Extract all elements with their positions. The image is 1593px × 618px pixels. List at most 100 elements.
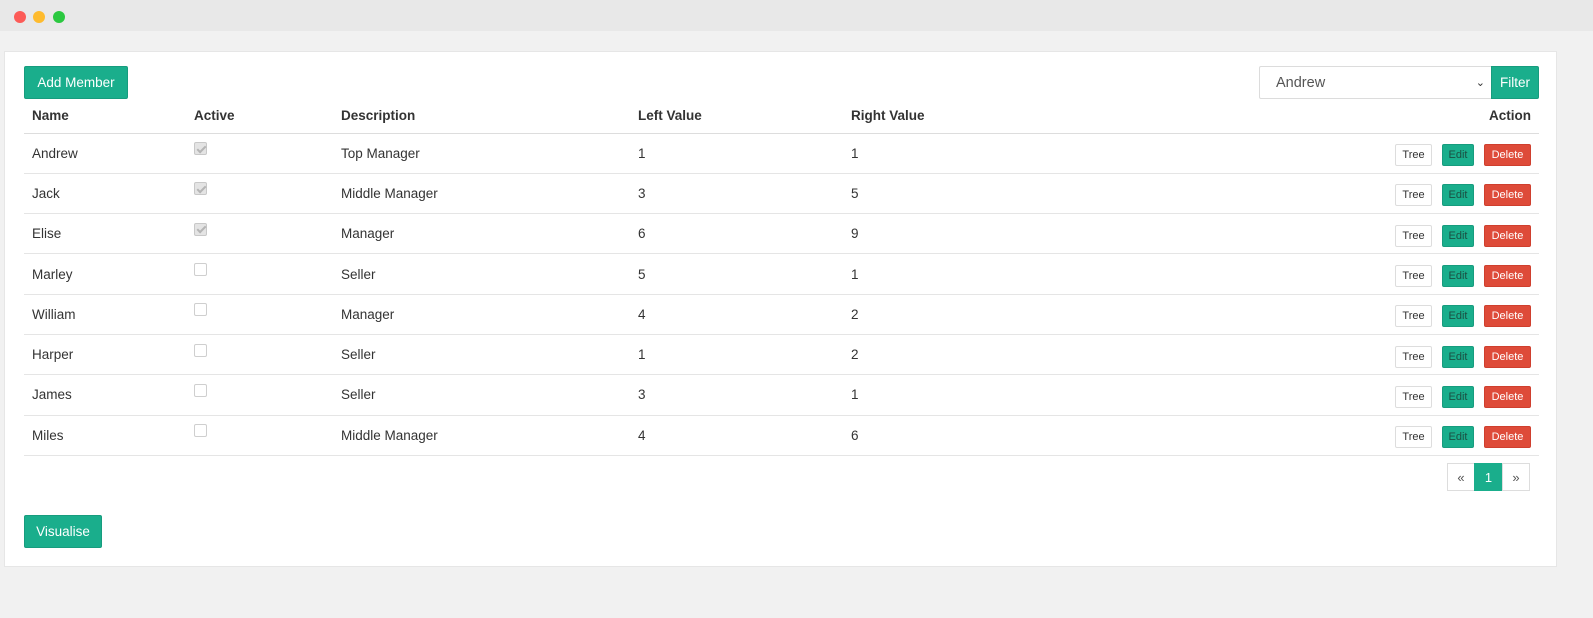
- cell-description: Seller: [333, 253, 630, 295]
- table-header-row: Name Active Description Left Value Right…: [24, 99, 1539, 134]
- cell-name: Jack: [24, 173, 186, 215]
- cell-active: [186, 173, 333, 215]
- cell-right-value: 6: [843, 415, 1143, 456]
- active-checkbox[interactable]: [194, 343, 207, 357]
- filter-button[interactable]: Filter: [1491, 66, 1539, 99]
- cell-description: Manager: [333, 213, 630, 255]
- cell-right-value: 2: [843, 294, 1143, 335]
- cell-left-value: 4: [630, 415, 843, 456]
- cell-active: [186, 213, 333, 255]
- header-name: Name: [24, 99, 186, 134]
- cell-action: Tree Edit Delete: [1143, 133, 1539, 174]
- pagination-prev[interactable]: «: [1447, 463, 1475, 491]
- header-right-value: Right Value: [843, 99, 1143, 134]
- table-row: Elise Manager 6 9 Tree Edit Delete: [24, 213, 1539, 255]
- add-member-button[interactable]: Add Member: [24, 66, 128, 99]
- edit-button[interactable]: Edit: [1442, 224, 1474, 247]
- cell-right-value: 1: [843, 253, 1143, 295]
- cell-left-value: 1: [630, 133, 843, 174]
- cell-active: [186, 294, 333, 335]
- active-checkbox[interactable]: [194, 222, 207, 236]
- cell-name: Elise: [24, 213, 186, 255]
- tree-button[interactable]: Tree: [1395, 345, 1432, 368]
- cell-description: Manager: [333, 294, 630, 335]
- tree-button[interactable]: Tree: [1395, 426, 1432, 449]
- tree-button[interactable]: Tree: [1395, 305, 1432, 328]
- close-window-icon[interactable]: [14, 11, 26, 23]
- tree-button[interactable]: Tree: [1395, 144, 1432, 167]
- table-row: Jack Middle Manager 3 5 Tree Edit Delete: [24, 173, 1539, 215]
- delete-button[interactable]: Delete: [1484, 305, 1531, 328]
- members-table: Name Active Description Left Value Right…: [24, 99, 1539, 456]
- header-left-value: Left Value: [630, 99, 843, 134]
- active-checkbox[interactable]: [194, 303, 207, 317]
- delete-button[interactable]: Delete: [1484, 184, 1531, 207]
- cell-action: Tree Edit Delete: [1143, 415, 1539, 456]
- delete-button[interactable]: Delete: [1484, 345, 1531, 368]
- pagination: « 1 »: [1447, 463, 1530, 491]
- delete-button[interactable]: Delete: [1484, 144, 1531, 167]
- cell-description: Top Manager: [333, 133, 630, 174]
- visualise-button[interactable]: Visualise: [24, 515, 102, 548]
- active-checkbox[interactable]: [194, 142, 207, 156]
- cell-active: [186, 334, 333, 376]
- delete-button[interactable]: Delete: [1484, 224, 1531, 247]
- edit-button[interactable]: Edit: [1442, 426, 1474, 449]
- pagination-next[interactable]: »: [1502, 463, 1530, 491]
- header-active: Active: [186, 99, 333, 134]
- cell-name: Marley: [24, 253, 186, 295]
- cell-active: [186, 374, 333, 416]
- cell-description: Seller: [333, 374, 630, 416]
- delete-button[interactable]: Delete: [1484, 426, 1531, 449]
- cell-name: William: [24, 294, 186, 335]
- tree-button[interactable]: Tree: [1395, 265, 1432, 288]
- cell-active: [186, 253, 333, 295]
- edit-button[interactable]: Edit: [1442, 184, 1474, 207]
- cell-description: Middle Manager: [333, 415, 630, 456]
- cell-action: Tree Edit Delete: [1143, 294, 1539, 335]
- cell-action: Tree Edit Delete: [1143, 374, 1539, 416]
- delete-button[interactable]: Delete: [1484, 385, 1531, 408]
- cell-left-value: 6: [630, 213, 843, 255]
- active-checkbox[interactable]: [194, 383, 207, 397]
- delete-button[interactable]: Delete: [1484, 265, 1531, 288]
- cell-action: Tree Edit Delete: [1143, 213, 1539, 255]
- cell-action: Tree Edit Delete: [1143, 253, 1539, 295]
- edit-button[interactable]: Edit: [1442, 305, 1474, 328]
- cell-name: Harper: [24, 334, 186, 376]
- cell-action: Tree Edit Delete: [1143, 334, 1539, 376]
- table-row: William Manager 4 2 Tree Edit Delete: [24, 294, 1539, 335]
- cell-right-value: 1: [843, 374, 1143, 416]
- table-row: James Seller 3 1 Tree Edit Delete: [24, 374, 1539, 416]
- select-value: Andrew: [1276, 75, 1326, 91]
- cell-left-value: 4: [630, 294, 843, 335]
- header-description: Description: [333, 99, 630, 134]
- cell-left-value: 5: [630, 253, 843, 295]
- active-checkbox[interactable]: [194, 263, 207, 277]
- pagination-page[interactable]: 1: [1474, 463, 1503, 491]
- cell-left-value: 3: [630, 173, 843, 215]
- edit-button[interactable]: Edit: [1442, 265, 1474, 288]
- active-checkbox[interactable]: [194, 182, 207, 196]
- active-checkbox[interactable]: [194, 424, 207, 438]
- minimize-window-icon[interactable]: [33, 11, 45, 23]
- maximize-window-icon[interactable]: [53, 11, 65, 23]
- cell-left-value: 3: [630, 374, 843, 416]
- tree-button[interactable]: Tree: [1395, 184, 1432, 207]
- edit-button[interactable]: Edit: [1442, 385, 1474, 408]
- edit-button[interactable]: Edit: [1442, 345, 1474, 368]
- member-filter-select[interactable]: Andrew ⌄: [1259, 66, 1492, 99]
- tree-button[interactable]: Tree: [1395, 224, 1432, 247]
- cell-right-value: 5: [843, 173, 1143, 215]
- cell-name: Miles: [24, 415, 186, 456]
- cell-right-value: 9: [843, 213, 1143, 255]
- cell-description: Middle Manager: [333, 173, 630, 215]
- tree-button[interactable]: Tree: [1395, 385, 1432, 408]
- cell-action: Tree Edit Delete: [1143, 173, 1539, 215]
- cell-right-value: 1: [843, 133, 1143, 174]
- table-row: Marley Seller 5 1 Tree Edit Delete: [24, 253, 1539, 295]
- cell-right-value: 2: [843, 334, 1143, 376]
- table-row: Harper Seller 1 2 Tree Edit Delete: [24, 334, 1539, 376]
- edit-button[interactable]: Edit: [1442, 144, 1474, 167]
- cell-description: Seller: [333, 334, 630, 376]
